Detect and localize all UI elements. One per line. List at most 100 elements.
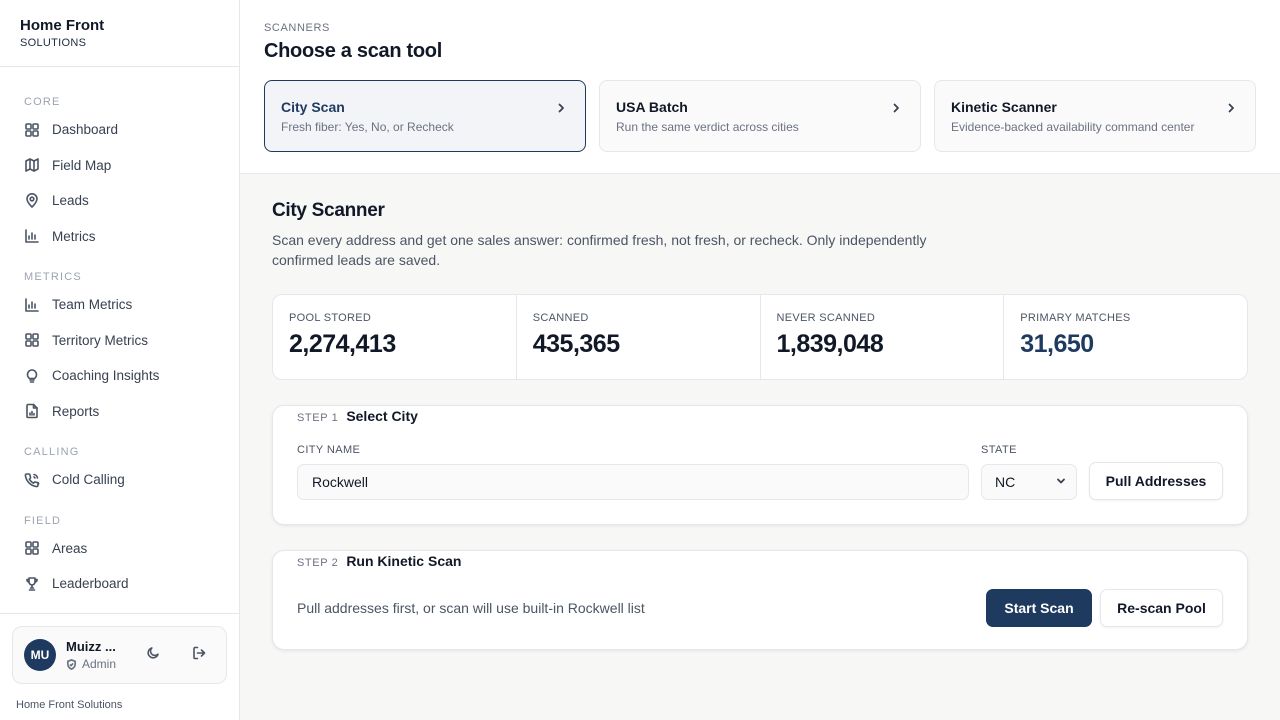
nav-section-field: FIELD bbox=[24, 514, 62, 527]
rescan-pool-button[interactable]: Re-scan Pool bbox=[1100, 589, 1223, 627]
section-title: City Scanner bbox=[272, 200, 385, 221]
footer-text: Home Front Solutions bbox=[16, 699, 123, 711]
sidebar-item-label: Field Map bbox=[52, 157, 112, 173]
bar-chart-icon bbox=[24, 297, 40, 313]
sidebar-item-label: Territory Metrics bbox=[52, 332, 149, 348]
scan-tool-header: SCANNERS Choose a scan tool City Scan Fr… bbox=[240, 0, 1280, 174]
step-title: Select City bbox=[346, 408, 418, 424]
tool-name: USA Batch bbox=[616, 99, 688, 115]
step-run-kinetic-scan: STEP 2 Run Kinetic Scan Pull addresses f… bbox=[272, 550, 1248, 650]
state-select-value: NC bbox=[995, 474, 1016, 490]
chevron-right-icon bbox=[1225, 101, 1237, 113]
scan-hint: Pull addresses first, or scan will use b… bbox=[297, 600, 645, 616]
page-eyebrow: SCANNERS bbox=[264, 22, 330, 34]
chevron-right-icon bbox=[555, 101, 567, 113]
nav-section-core: CORE bbox=[24, 96, 61, 108]
stat-never-scanned: NEVER SCANNED 1,839,048 bbox=[761, 295, 1005, 379]
sidebar-item-cold-calling[interactable]: Cold Calling bbox=[0, 462, 239, 498]
chevron-right-icon bbox=[890, 101, 902, 113]
grid-icon bbox=[24, 122, 40, 138]
sidebar-item-label: Reports bbox=[52, 403, 100, 419]
tool-card-usa-batch[interactable]: USA Batch Run the same verdict across ci… bbox=[599, 80, 921, 152]
section-description: Scan every address and get one sales ans… bbox=[272, 232, 927, 268]
sidebar-item-leads[interactable]: Leads bbox=[0, 183, 239, 219]
city-field-group: CITY NAME bbox=[297, 444, 969, 500]
state-field-group: STATE NC bbox=[981, 444, 1077, 500]
grid-icon bbox=[24, 332, 40, 348]
sidebar-item-areas[interactable]: Areas bbox=[0, 531, 239, 567]
tool-name: Kinetic Scanner bbox=[951, 99, 1057, 115]
tool-description: Run the same verdict across cities bbox=[616, 120, 799, 134]
sidebar-item-reports[interactable]: Reports bbox=[0, 394, 239, 430]
brand-subtitle: SOLUTIONS bbox=[20, 37, 87, 49]
nav-section-metrics: METRICS bbox=[24, 271, 82, 283]
user-role-label: Admin bbox=[82, 657, 117, 671]
city-name-label: CITY NAME bbox=[297, 444, 361, 456]
grid-icon bbox=[24, 540, 40, 556]
lightbulb-icon bbox=[24, 368, 40, 384]
stat-label: POOL STORED bbox=[289, 312, 372, 324]
bar-chart-icon bbox=[24, 228, 40, 244]
step-title: Run Kinetic Scan bbox=[346, 553, 462, 569]
pull-addresses-button[interactable]: Pull Addresses bbox=[1089, 462, 1223, 500]
chevron-down-icon bbox=[1056, 473, 1066, 491]
sidebar-item-label: Leaderboard bbox=[52, 576, 129, 592]
stats-bar: POOL STORED 2,274,413 SCANNED 435,365 NE… bbox=[272, 294, 1248, 380]
theme-toggle-button[interactable] bbox=[139, 641, 167, 669]
step-number: STEP 2 bbox=[297, 557, 339, 569]
brand: Home Front SOLUTIONS bbox=[0, 0, 239, 67]
tool-card-kinetic-scanner[interactable]: Kinetic Scanner Evidence-backed availabi… bbox=[934, 80, 1256, 152]
step-header: STEP 2 Run Kinetic Scan bbox=[297, 553, 1223, 573]
sidebar-item-label: Coaching Insights bbox=[52, 368, 160, 384]
user-card: MU Muizz ... Admin bbox=[12, 626, 227, 684]
stat-primary-matches: PRIMARY MATCHES 31,650 bbox=[1004, 295, 1247, 379]
avatar[interactable]: MU bbox=[24, 639, 56, 671]
city-field-row: CITY NAME STATE NC Pull Addresses bbox=[297, 444, 1223, 500]
nav: CORE Dashboard Field Map Leads Metrics M… bbox=[0, 67, 239, 602]
sidebar-item-team-metrics[interactable]: Team Metrics bbox=[0, 287, 239, 323]
stat-label: SCANNED bbox=[532, 312, 589, 324]
stat-value: 1,839,048 bbox=[776, 330, 884, 358]
stat-value: 2,274,413 bbox=[289, 330, 396, 358]
stat-value: 435,365 bbox=[532, 330, 620, 358]
tool-card-city-scan[interactable]: City Scan Fresh fiber: Yes, No, or Reche… bbox=[264, 80, 586, 152]
brand-title: Home Front bbox=[20, 17, 105, 34]
sidebar-item-metrics[interactable]: Metrics bbox=[0, 219, 239, 255]
stat-label: NEVER SCANNED bbox=[776, 312, 876, 324]
moon-icon bbox=[146, 646, 160, 665]
tool-name: City Scan bbox=[281, 99, 345, 115]
sidebar: Home Front SOLUTIONS CORE Dashboard Fiel… bbox=[0, 0, 240, 720]
state-select[interactable]: NC bbox=[981, 464, 1077, 500]
sidebar-item-label: Cold Calling bbox=[52, 472, 125, 488]
step-number: STEP 1 bbox=[297, 412, 339, 424]
sidebar-item-label: Dashboard bbox=[52, 122, 119, 138]
shield-check-icon bbox=[67, 658, 76, 670]
tool-description: Evidence-backed availability command cen… bbox=[951, 120, 1195, 134]
scan-actions-row: Pull addresses first, or scan will use b… bbox=[297, 589, 1223, 627]
logout-button[interactable] bbox=[185, 641, 213, 669]
page-title: Choose a scan tool bbox=[264, 40, 442, 62]
sidebar-item-leaderboard[interactable]: Leaderboard bbox=[0, 566, 239, 602]
city-name-input[interactable] bbox=[297, 464, 969, 500]
nav-section-calling: CALLING bbox=[24, 446, 80, 458]
city-scanner-panel: City Scanner Scan every address and get … bbox=[240, 174, 1280, 650]
step-header: STEP 1 Select City bbox=[297, 408, 1223, 428]
sidebar-item-label: Leads bbox=[52, 193, 89, 209]
stat-scanned: SCANNED 435,365 bbox=[517, 295, 761, 379]
main: SCANNERS Choose a scan tool City Scan Fr… bbox=[240, 0, 1280, 720]
sidebar-footer: MU Muizz ... Admin Home Front Solutions bbox=[0, 613, 239, 720]
sidebar-item-territory-metrics[interactable]: Territory Metrics bbox=[0, 323, 239, 359]
file-chart-icon bbox=[24, 403, 40, 419]
start-scan-button[interactable]: Start Scan bbox=[986, 589, 1092, 627]
sidebar-item-label: Metrics bbox=[52, 228, 96, 244]
sidebar-item-coaching-insights[interactable]: Coaching Insights bbox=[0, 358, 239, 394]
stat-value: 31,650 bbox=[1020, 330, 1094, 358]
stat-pool-stored: POOL STORED 2,274,413 bbox=[273, 295, 517, 379]
user-meta: Muizz ... Admin bbox=[66, 639, 128, 671]
phone-icon bbox=[24, 472, 40, 488]
sidebar-item-dashboard[interactable]: Dashboard bbox=[0, 112, 239, 148]
tool-description: Fresh fiber: Yes, No, or Recheck bbox=[281, 120, 454, 134]
tool-list: City Scan Fresh fiber: Yes, No, or Reche… bbox=[264, 80, 1256, 152]
user-role: Admin bbox=[66, 657, 128, 671]
sidebar-item-field-map[interactable]: Field Map bbox=[0, 148, 239, 184]
